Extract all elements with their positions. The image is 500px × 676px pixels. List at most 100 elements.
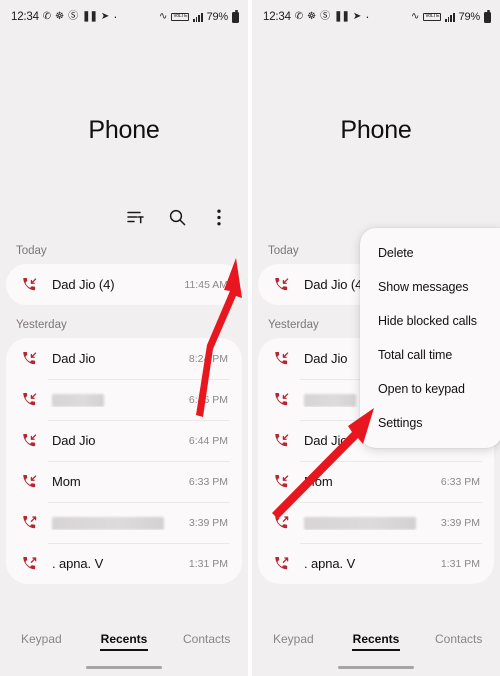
lifebuoy-icon: ☸ — [307, 11, 317, 22]
pause-icon: ❚❚ — [334, 11, 350, 22]
status-bar-right-group: ∿ VoLTE 79% — [411, 10, 491, 23]
call-time: 6:33 PM — [440, 475, 480, 488]
call-time: 3:39 PM — [440, 516, 480, 529]
whatsapp-icon: ✆ — [294, 11, 304, 22]
call-card-today: Dad Jio (4) 11:45 AM — [6, 264, 242, 305]
call-time: 1:31 PM — [188, 557, 228, 570]
status-bar-left-group: 12:34 ✆ ☸ Ⓢ ❚❚ ➤ · — [11, 9, 118, 25]
table-row[interactable]: 3:39 PM — [258, 502, 494, 543]
outgoing-call-icon — [20, 515, 40, 530]
page-title: Phone — [88, 116, 160, 144]
status-bar-left: 12:34 ✆ ☸ Ⓢ ❚❚ ➤ · ∿ VoLTE 79% — [0, 0, 248, 34]
redaction-block — [304, 394, 356, 408]
menu-item-total-call-time[interactable]: Total call time — [360, 338, 500, 372]
incoming-call-icon — [20, 474, 40, 489]
status-bar-left-group: 12:34 ✆ ☸ Ⓢ ❚❚ ➤ · — [263, 9, 370, 25]
table-row[interactable]: Dad Jio 8:24 PM — [6, 338, 242, 379]
tab-recents[interactable]: Recents — [335, 632, 418, 651]
outgoing-call-icon — [272, 515, 292, 530]
menu-item-delete[interactable]: Delete — [360, 236, 500, 270]
call-time: 11:45 AM — [184, 278, 228, 291]
table-row[interactable]: Mom 6:33 PM — [6, 461, 242, 502]
three-dot-menu-icon[interactable] — [208, 206, 230, 228]
record-icon: Ⓢ — [320, 11, 331, 22]
tab-keypad[interactable]: Keypad — [0, 632, 83, 651]
incoming-call-icon — [20, 351, 40, 366]
table-row[interactable]: Mom 6:33 PM — [258, 461, 494, 502]
call-time: 3:39 PM — [188, 516, 228, 529]
table-row[interactable]: . apna. V 1:31 PM — [258, 543, 494, 584]
incoming-call-icon — [272, 277, 292, 292]
page-title: Phone — [340, 116, 412, 144]
wifi-icon: ∿ — [159, 11, 168, 22]
table-row[interactable]: Dad Jio (4) 11:45 AM — [6, 264, 242, 305]
contact-name: Dad Jio — [52, 433, 96, 448]
recents-list-left: Today Dad Jio (4) 11:45 AM Yesterday Dad… — [0, 245, 248, 584]
telegram-icon: ➤ — [352, 11, 362, 22]
home-indicator — [86, 665, 162, 669]
outgoing-call-icon — [272, 556, 292, 571]
telegram-icon: ➤ — [100, 11, 110, 22]
incoming-call-icon — [272, 392, 292, 407]
bottom-tab-bar-left: Keypad Recents Contacts — [0, 624, 248, 676]
status-clock: 12:34 — [11, 11, 39, 23]
volte-icon: VoLTE — [171, 12, 190, 22]
menu-item-show-messages[interactable]: Show messages — [360, 270, 500, 304]
contact-name: Mom — [52, 474, 81, 489]
call-time: 6:44 PM — [188, 434, 228, 447]
table-row[interactable]: Dad Jio 6:44 PM — [6, 420, 242, 461]
sort-filter-icon[interactable] — [124, 206, 146, 228]
contact-name-redacted — [292, 515, 435, 531]
status-clock: 12:34 — [263, 11, 291, 23]
incoming-call-icon — [20, 433, 40, 448]
call-card-yesterday: Dad Jio 8:24 PM 6:46 PM — [6, 338, 242, 584]
call-time: 6:46 PM — [188, 393, 228, 406]
wifi-icon: ∿ — [411, 11, 420, 22]
contact-name: Dad Jio (4) — [52, 277, 115, 292]
tab-recents[interactable]: Recents — [83, 632, 166, 651]
lifebuoy-icon: ☸ — [55, 11, 65, 22]
menu-item-open-to-keypad[interactable]: Open to keypad — [360, 372, 500, 406]
redaction-block — [52, 517, 164, 531]
volte-icon: VoLTE — [423, 12, 442, 22]
redaction-block — [304, 517, 416, 531]
section-header-today: Today — [16, 245, 47, 257]
table-row[interactable]: 6:46 PM — [6, 379, 242, 420]
contact-name: Dad Jio — [52, 351, 96, 366]
bottom-tab-bar-right: Keypad Recents Contacts — [252, 624, 500, 676]
battery-icon — [484, 10, 491, 23]
section-header-yesterday: Yesterday — [16, 319, 67, 331]
dot-icon: · — [365, 9, 370, 25]
battery-icon — [232, 10, 239, 23]
search-icon[interactable] — [166, 206, 188, 228]
tab-contacts[interactable]: Contacts — [165, 632, 248, 651]
signal-bars-icon — [193, 12, 203, 22]
contact-name: . apna. V — [52, 556, 104, 571]
incoming-call-icon — [272, 351, 292, 366]
menu-item-settings[interactable]: Settings — [360, 406, 500, 440]
overflow-menu: Delete Show messages Hide blocked calls … — [360, 228, 500, 448]
contact-name-redacted — [40, 392, 183, 408]
tab-keypad[interactable]: Keypad — [252, 632, 335, 651]
table-row[interactable]: 3:39 PM — [6, 502, 242, 543]
dot-icon: · — [113, 9, 118, 25]
record-icon: Ⓢ — [68, 11, 79, 22]
tab-contacts[interactable]: Contacts — [417, 632, 500, 651]
incoming-call-icon — [272, 474, 292, 489]
incoming-call-icon — [272, 433, 292, 448]
contact-name: Mom — [304, 474, 333, 489]
call-time: 1:31 PM — [440, 557, 480, 570]
battery-percent: 79% — [458, 11, 481, 23]
status-bar-right-group: ∿ VoLTE 79% — [159, 10, 239, 23]
home-indicator — [338, 665, 414, 669]
signal-bars-icon — [445, 12, 455, 22]
contact-name-redacted — [40, 515, 183, 531]
table-row[interactable]: . apna. V 1:31 PM — [6, 543, 242, 584]
call-time: 8:24 PM — [188, 352, 228, 365]
menu-item-hide-blocked-calls[interactable]: Hide blocked calls — [360, 304, 500, 338]
incoming-call-icon — [20, 392, 40, 407]
phone-screen-left: 12:34 ✆ ☸ Ⓢ ❚❚ ➤ · ∿ VoLTE 79% Phone Tod… — [0, 0, 250, 676]
battery-percent: 79% — [206, 11, 229, 23]
status-bar-right: 12:34 ✆ ☸ Ⓢ ❚❚ ➤ · ∿ VoLTE 79% — [252, 0, 500, 34]
redaction-block — [52, 394, 104, 408]
